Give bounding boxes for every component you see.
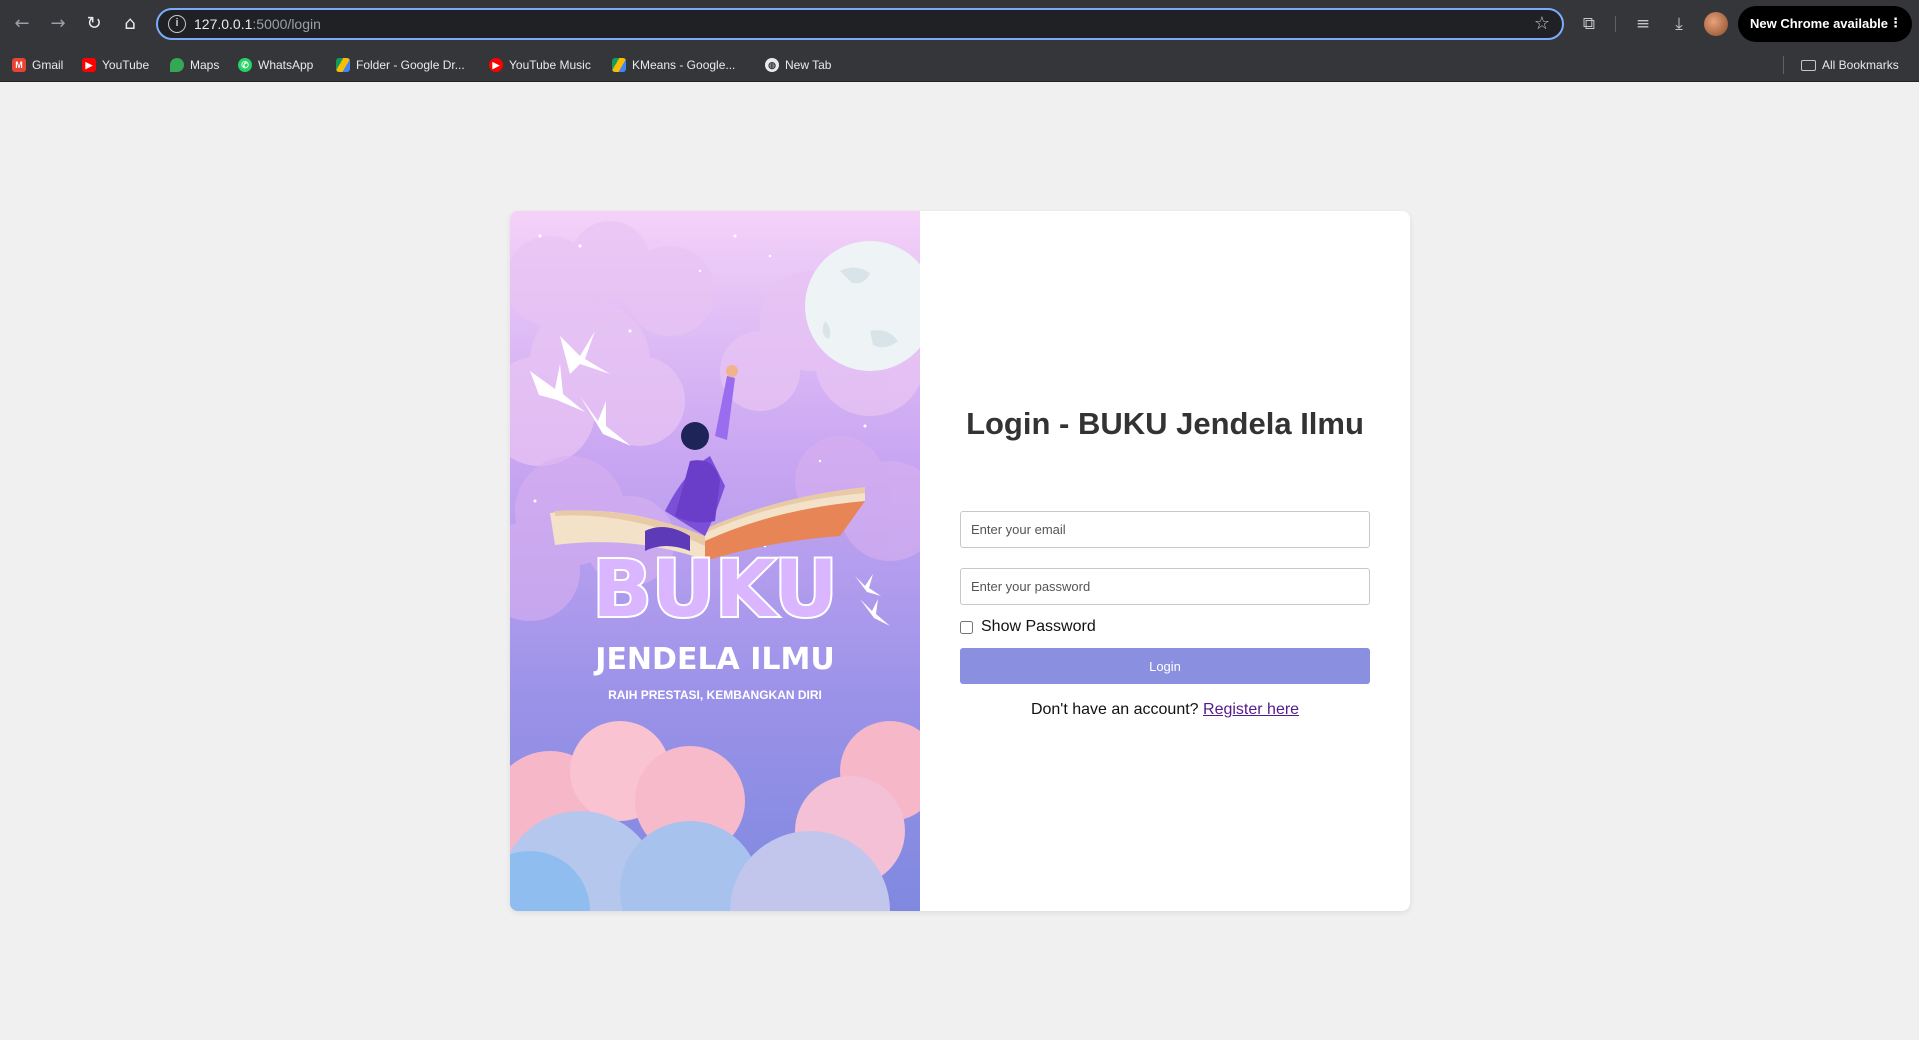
banner-tagline: RAIH PRESTASI, KEMBANGKAN DIRI (608, 688, 822, 702)
bookmark-google-drive-folder[interactable]: Folder - Google Dr... (336, 56, 465, 74)
forward-icon[interactable]: → (46, 12, 70, 36)
bookmark-label: KMeans - Google... (632, 58, 736, 72)
bookmark-label: New Tab (785, 58, 832, 72)
all-bookmarks[interactable]: All Bookmarks (1801, 56, 1899, 74)
browser-toolbar: ← → ↻ ⌂ i 127.0.0.1:5000/login ☆ ⧉ ≡ ⤓ N… (0, 0, 1919, 48)
youtube-icon: ▶ (82, 58, 96, 72)
login-button[interactable]: Login (960, 648, 1370, 684)
url-path: :5000/login (252, 16, 321, 32)
url-host: 127.0.0.1 (194, 16, 253, 32)
site-info-icon[interactable]: i (168, 15, 186, 33)
bookmarks-bar: M Gmail ▶ YouTube Maps ✆ WhatsApp Folder… (0, 48, 1919, 82)
extensions-icon[interactable]: ⧉ (1577, 12, 1601, 36)
address-bar[interactable]: i 127.0.0.1:5000/login ☆ (156, 8, 1564, 40)
globe-icon: ◍ (765, 58, 779, 72)
bookmark-label: WhatsApp (258, 58, 314, 72)
toolbar-divider (1615, 16, 1616, 32)
bookmark-label: YouTube (102, 58, 150, 72)
gmail-icon: M (12, 58, 26, 72)
whatsapp-icon: ✆ (238, 58, 252, 72)
bookmarks-divider (1783, 56, 1784, 74)
show-password-checkbox[interactable] (960, 620, 973, 634)
banner-brand: BUKU (592, 545, 837, 635)
show-password-toggle[interactable]: Show Password (960, 618, 1096, 636)
bookmark-label: Gmail (32, 58, 64, 72)
reload-icon[interactable]: ↻ (82, 12, 106, 36)
register-prompt: Don't have an account? Register here (960, 701, 1370, 719)
folder-icon (1801, 59, 1816, 71)
media-control-icon[interactable]: ≡ (1631, 12, 1655, 36)
profile-avatar[interactable] (1704, 12, 1728, 36)
youtube-music-icon: ▶ (489, 58, 503, 72)
back-icon[interactable]: ← (10, 12, 34, 36)
login-card: BUKU JENDELA ILMU RAIH PRESTASI, KEMBANG… (510, 211, 1410, 911)
bookmark-youtube[interactable]: ▶ YouTube (82, 56, 149, 74)
all-bookmarks-label: All Bookmarks (1822, 58, 1899, 72)
google-drive-icon (336, 58, 350, 72)
bookmark-star-icon[interactable]: ☆ (1534, 13, 1550, 34)
login-form: Login - BUKU Jendela Ilmu Show Password … (920, 211, 1410, 911)
address-url[interactable]: 127.0.0.1:5000/login (194, 16, 321, 32)
maps-icon (170, 58, 184, 72)
bookmark-new-tab[interactable]: ◍ New Tab (765, 56, 831, 74)
chrome-update-button[interactable]: New Chrome available ⋮ (1738, 6, 1912, 42)
email-input[interactable] (960, 511, 1370, 548)
google-drive-icon (612, 58, 626, 72)
download-icon[interactable]: ⤓ (1667, 12, 1691, 36)
bookmark-label: Folder - Google Dr... (356, 58, 465, 72)
register-link[interactable]: Register here (1203, 701, 1299, 718)
bookmark-youtube-music[interactable]: ▶ YouTube Music (489, 56, 591, 74)
register-prompt-text: Don't have an account? (1030, 701, 1199, 718)
banner-illustration: BUKU JENDELA ILMU RAIH PRESTASI, KEMBANG… (510, 211, 920, 911)
bookmark-label: YouTube Music (509, 58, 591, 72)
bookmark-label: Maps (190, 58, 220, 72)
page-title: Login - BUKU Jendela Ilmu (966, 406, 1364, 441)
password-input[interactable] (960, 568, 1370, 605)
banner-subtitle: JENDELA ILMU (593, 642, 834, 677)
home-icon[interactable]: ⌂ (118, 12, 142, 36)
show-password-label: Show Password (981, 618, 1096, 635)
chrome-menu-icon[interactable]: ⋮ (1889, 6, 1902, 42)
bookmark-kmeans[interactable]: KMeans - Google... (612, 56, 735, 74)
chrome-update-label: New Chrome available (1750, 16, 1888, 31)
bookmark-gmail[interactable]: M Gmail (12, 56, 63, 74)
bookmark-whatsapp[interactable]: ✆ WhatsApp (238, 56, 313, 74)
bookmark-maps[interactable]: Maps (170, 56, 219, 74)
